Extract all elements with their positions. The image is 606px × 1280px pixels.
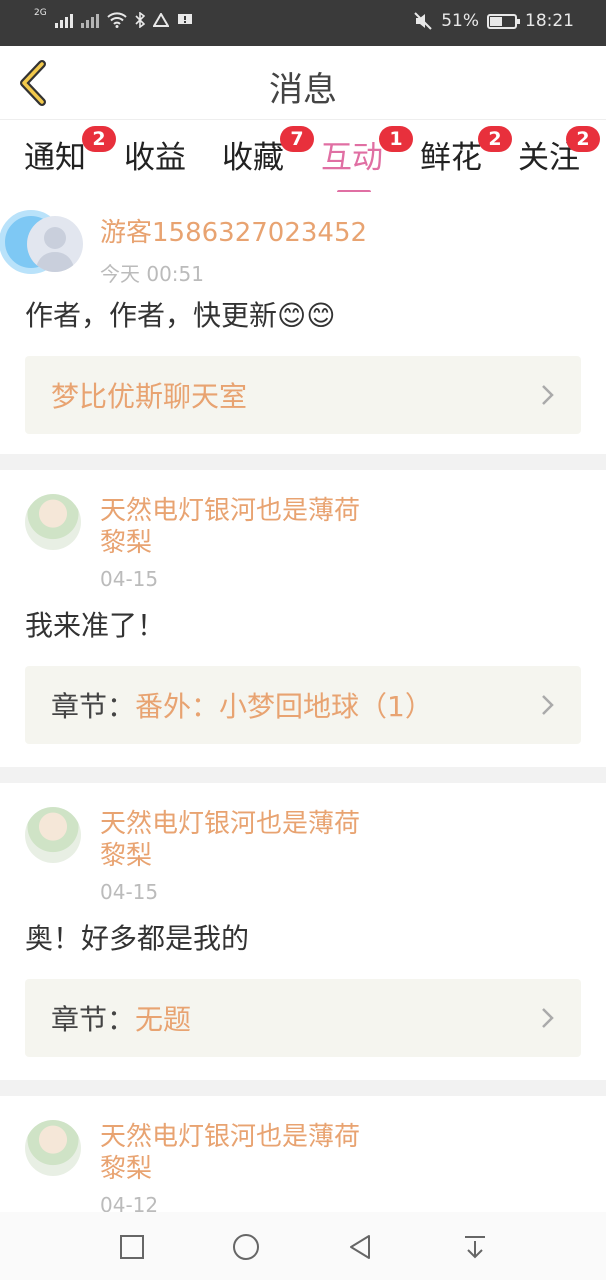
recent-apps-square-icon[interactable] [117,1232,147,1262]
username-line: 黎梨 [100,841,153,871]
network-type: 2G [34,8,47,18]
message-time: 04-15 [100,567,159,591]
ref-value: 番外：小梦回地球（1） [135,690,433,723]
ref-value: 无题 [135,1003,192,1036]
chevron-right-icon [542,695,554,715]
signal-2-icon [80,12,99,28]
bluetooth-icon [135,12,145,28]
username-line: 天然电灯银河也是薄荷 [100,1122,361,1152]
message-time: 04-15 [100,880,159,904]
tab-label: 通知 [24,140,86,176]
status-bar: 2G 51% 18:21 [0,0,606,46]
username[interactable]: 游客1586327023452 [100,217,367,249]
avatar[interactable] [25,807,81,863]
message-card: 天然电灯银河也是薄荷 黎梨 04-15 我来准了！ 章节： 番外：小梦回地球（1… [0,470,606,767]
signal-icon [54,12,73,28]
message-header: 天然电灯银河也是薄荷 黎梨 04-15 [25,783,581,911]
username-line: 黎梨 [100,528,153,558]
message-card: 天然电灯银河也是薄荷 黎梨 04-15 奥！好多都是我的 章节： 无题 [0,783,606,1080]
clock: 18:21 [525,11,574,31]
chevron-right-icon [542,1008,554,1028]
username[interactable]: 天然电灯银河也是薄荷 黎梨 [100,808,360,872]
tab-badge: 2 [82,126,116,152]
tab-badge: 7 [280,126,314,152]
mute-icon [414,12,432,30]
tab-notice[interactable]: 通知 2 [24,126,116,177]
username-line: 天然电灯银河也是薄荷 [100,496,361,526]
username-line: 天然电灯银河也是薄荷 [100,809,361,839]
username[interactable]: 天然电灯银河也是薄荷 黎梨 [100,495,360,559]
message-header: ♪ 游客1586327023452 今天 00:51 [0,192,581,288]
tab-bar: 通知 2 收益 收藏 7 互动 1 鲜花 2 关注 2 [0,120,606,194]
message-card: ♪ 游客1586327023452 今天 00:51 作者，作者，快更新😊😊 梦… [0,192,606,454]
warning-triangle-icon [152,13,169,27]
tab-follow[interactable]: 关注 2 [518,126,600,177]
header: 消息 [0,46,606,120]
message-notification-icon [177,14,192,24]
ref-label: 章节： [51,1003,136,1036]
tab-interaction[interactable]: 互动 1 [321,126,413,194]
username-line: 黎梨 [100,1154,153,1184]
message-time: 今天 00:51 [100,262,204,286]
message-list: ♪ 游客1586327023452 今天 00:51 作者，作者，快更新😊😊 梦… [0,192,606,1252]
tab-label: 收益 [124,140,186,176]
system-nav-bar [0,1212,606,1280]
wifi-icon [107,12,127,28]
message-header: 天然电灯银河也是薄荷 黎梨 04-12 [25,1096,581,1224]
tab-flowers[interactable]: 鲜花 2 [420,126,512,177]
tab-label: 互动 [321,140,383,176]
avatar[interactable] [25,1120,81,1176]
tab-badge: 1 [379,126,413,152]
message-header: 天然电灯银河也是薄荷 黎梨 04-15 [25,470,581,598]
chatroom-link[interactable]: 梦比优斯聊天室 [25,356,581,434]
message-content: 我来准了！ [25,609,166,642]
battery-percent: 51% [441,11,479,31]
message-content: 作者，作者，快更新😊😊 [25,299,336,332]
message-content: 奥！好多都是我的 [25,922,250,955]
chapter-link[interactable]: 章节： 番外：小梦回地球（1） [25,666,581,744]
tab-earnings[interactable]: 收益 [124,132,186,177]
chevron-right-icon [542,385,554,405]
tab-badge: 2 [478,126,512,152]
notification-pulldown-icon[interactable] [460,1232,490,1262]
tab-favorites[interactable]: 收藏 7 [222,126,314,177]
battery-icon [487,13,520,29]
ref-label: 章节： [51,690,136,723]
avatar[interactable] [25,494,81,550]
status-right: 51% 18:21 [413,11,574,31]
chapter-link[interactable]: 章节： 无题 [25,979,581,1057]
page-title: 消息 [269,70,337,110]
status-left: 2G [34,8,193,28]
ref-value: 梦比优斯聊天室 [51,380,248,413]
home-circle-icon[interactable] [231,1232,261,1262]
tab-badge: 2 [566,126,600,152]
default-avatar-icon [35,227,75,272]
avatar[interactable] [27,216,83,272]
username[interactable]: 天然电灯银河也是薄荷 黎梨 [100,1121,360,1185]
back-triangle-icon[interactable] [345,1232,375,1262]
tab-label: 收藏 [222,140,284,176]
tab-label: 鲜花 [420,140,482,176]
